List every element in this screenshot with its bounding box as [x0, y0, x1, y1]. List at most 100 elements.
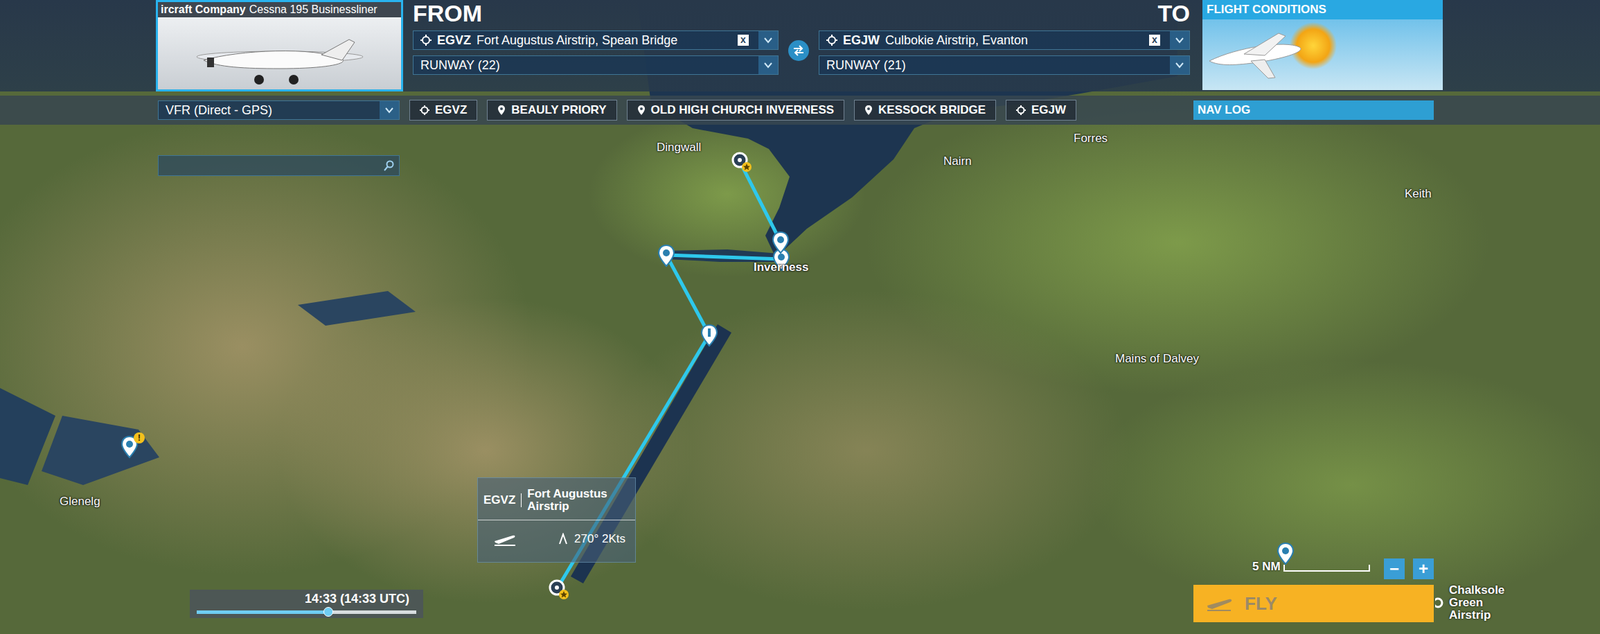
place-label: Forres [1073, 131, 1108, 146]
wind-text: 270° 2Kts [574, 531, 626, 546]
aircraft-card[interactable]: ircraft CompanyCessna 195 Businessliner [155, 0, 404, 92]
chevron-down-icon [384, 106, 395, 114]
place-label: Inverness [753, 260, 809, 275]
takeoff-icon [493, 531, 517, 547]
airport-field[interactable]: EGJW Culbokie Airstrip, Evanton x [818, 30, 1190, 50]
pin-icon [699, 323, 722, 348]
time-panel: 14:33 (14:33 UTC) [189, 589, 424, 618]
aircraft-title: ircraft CompanyCessna 195 Businessliner [157, 2, 402, 18]
place-label: Glenelg [59, 494, 101, 509]
airport-icon [547, 577, 570, 602]
waypoint-chip[interactable]: BEAULY PRIORY [486, 99, 617, 121]
pin-icon [656, 243, 679, 268]
aircraft-model: Cessna 195 Businessliner [249, 3, 378, 16]
dropdown-button[interactable] [1169, 56, 1190, 75]
airport-name: Fort Augustus Airstrip [527, 487, 630, 513]
takeoff-icon [1205, 594, 1234, 612]
chevron-down-icon [763, 36, 773, 44]
search-input[interactable] [158, 157, 384, 174]
waypoint-marker[interactable] [770, 230, 794, 255]
zoom-out-button[interactable]: − [1383, 558, 1405, 580]
dropdown-button[interactable] [758, 56, 778, 75]
chevron-down-icon [763, 61, 773, 69]
waypoint-chip[interactable]: OLD HIGH CHURCH INVERNESS [626, 99, 845, 121]
zoom-controls: −+ [1383, 558, 1434, 580]
waypoint-label: KESSOCK BRIDGE [878, 103, 986, 118]
swap-button[interactable] [788, 40, 810, 61]
runway-dropdown[interactable]: RUNWAY (21) [818, 55, 1190, 75]
route-leg[interactable] [666, 254, 782, 260]
conditions-title: FLIGHT CONDITIONS [1202, 0, 1443, 20]
airport-name: Fort Augustus Airstrip, Spean Bridge [476, 33, 733, 48]
search-icon [383, 160, 395, 172]
clear-button[interactable]: x [1149, 34, 1161, 46]
airport-marker[interactable] [730, 150, 753, 174]
flight-type-dropdown[interactable]: VFR (Direct - GPS) [157, 100, 400, 120]
poi-marker[interactable]: ! [119, 434, 140, 459]
dropdown-button[interactable] [1169, 31, 1190, 50]
airport-field[interactable]: EGVZ Fort Augustus Airstrip, Spean Bridge… [412, 30, 779, 50]
time-slider-fill [196, 610, 329, 614]
zoom-in-button[interactable]: + [1412, 558, 1434, 580]
waypoint-label: EGJW [1031, 103, 1066, 118]
weather-icon [1202, 19, 1341, 86]
dropdown-button[interactable] [758, 31, 778, 50]
waypoint-label: OLD HIGH CHURCH INVERNESS [651, 103, 834, 118]
runway-value: RUNWAY (21) [826, 58, 1170, 73]
departure-panel: FROM EGVZ Fort Augustus Airstrip, Spean Br… [405, 0, 786, 92]
chevron-down-icon [1174, 36, 1185, 44]
wind-icon [557, 532, 569, 546]
top-bar: ircraft CompanyCessna 195 BusinesslinerF… [0, 0, 1600, 92]
waypoint-marker[interactable] [656, 243, 679, 268]
airport-icon [419, 105, 430, 115]
scale-bar [1283, 564, 1371, 572]
airport-code: EGJW [842, 33, 880, 48]
airport-icon [1435, 596, 1445, 609]
flight-conditions-card[interactable]: FLIGHT CONDITIONS [1202, 0, 1443, 91]
airport-icon [420, 34, 432, 46]
waypoint-chip[interactable]: EGJW [1005, 99, 1077, 121]
airport-card[interactable]: EGVZ Fort Augustus Airstrip 270° 2Kts [477, 477, 636, 563]
search-field[interactable] [157, 155, 400, 176]
runway-value: RUNWAY (22) [420, 58, 759, 73]
waypoint-chip[interactable]: KESSOCK BRIDGE [854, 99, 997, 121]
airport-label: Chalksole Green Airstrip [1449, 583, 1526, 622]
panel-title: TO [1157, 0, 1190, 27]
pin-icon [637, 104, 646, 116]
route-leg[interactable] [666, 254, 710, 335]
airport-icon [1016, 105, 1026, 115]
warning-badge: ! [133, 432, 145, 444]
runway-dropdown[interactable]: RUNWAY (22) [412, 55, 779, 75]
swap-icon [792, 45, 805, 57]
map-scale: 5 NM [1252, 559, 1371, 574]
airport-name: Culbokie Airstrip, Evanton [885, 33, 1144, 48]
time-slider-track[interactable] [196, 610, 417, 614]
place-label: Keith [1404, 187, 1432, 201]
aircraft-icon [175, 18, 384, 88]
airport-code: EGVZ [437, 33, 471, 48]
nav-log-tab[interactable]: NAV LOG [1193, 100, 1434, 120]
airport-icon [730, 150, 753, 174]
nav-log-label: NAV LOG [1197, 103, 1251, 117]
chevron-down-icon [1174, 61, 1185, 69]
flight-plan-bar: VFR (Direct - GPS) EGVZ BEAULY PRIORY OLD H… [0, 95, 1600, 125]
panel-title: FROM [412, 0, 483, 27]
place-label: Mains of Dalvey [1115, 351, 1199, 366]
airport-code: EGVZ [483, 493, 522, 508]
pin-icon [497, 104, 506, 116]
place-label: Dingwall [656, 140, 701, 155]
airport-marker[interactable] [547, 577, 570, 602]
nearby-airport[interactable]: Chalksole Green Airstrip [1435, 583, 1526, 622]
scale-label: 5 NM [1252, 559, 1281, 574]
dropdown-button[interactable] [379, 101, 399, 120]
flight-type-value: VFR (Direct - GPS) [165, 103, 380, 118]
airport-card-header: EGVZ Fort Augustus Airstrip [477, 477, 636, 521]
wind-info: 270° 2Kts [557, 531, 626, 546]
waypoint-marker[interactable] [699, 323, 722, 348]
airport-icon [826, 34, 838, 46]
time-slider-thumb[interactable] [323, 606, 334, 617]
route-leg[interactable] [739, 161, 781, 242]
clear-button[interactable]: x [737, 34, 749, 46]
fly-button[interactable]: FLY [1193, 584, 1434, 622]
waypoint-chip[interactable]: EGVZ [409, 99, 478, 121]
